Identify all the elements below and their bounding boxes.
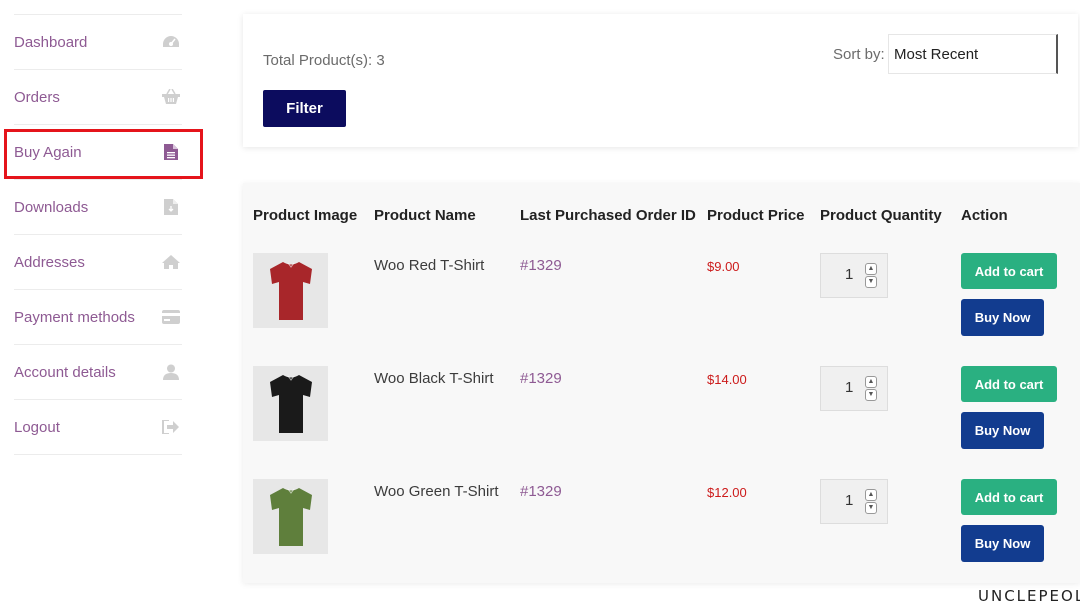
sidebar-item-dashboard[interactable]: Dashboard bbox=[14, 15, 182, 70]
sidebar-item-label: Account details bbox=[14, 363, 116, 381]
watermark-logo: UNCLEPEOL bbox=[978, 587, 1080, 605]
quantity-value: 1 bbox=[845, 266, 854, 283]
table-row: Woo Black T-Shirt #1329 $14.00 1 ▲ ▼ Add … bbox=[243, 366, 1080, 479]
quantity-value: 1 bbox=[845, 379, 854, 396]
filter-button[interactable]: Filter bbox=[263, 90, 346, 127]
product-name[interactable]: Woo Black T-Shirt bbox=[374, 370, 494, 387]
sort-by-label: Sort by: bbox=[833, 46, 885, 63]
product-price: $14.00 bbox=[707, 372, 747, 387]
decrement-icon[interactable]: ▼ bbox=[865, 276, 877, 288]
sidebar-item-label: Orders bbox=[14, 88, 60, 106]
tshirt-icon bbox=[269, 261, 312, 320]
header-order-id: Last Purchased Order ID bbox=[520, 207, 696, 224]
sidebar-item-logout[interactable]: Logout bbox=[14, 400, 182, 455]
header-product-name: Product Name bbox=[374, 207, 476, 224]
product-thumbnail[interactable] bbox=[253, 479, 328, 554]
order-id-link[interactable]: #1329 bbox=[520, 483, 562, 500]
increment-icon[interactable]: ▲ bbox=[865, 376, 877, 388]
home-icon bbox=[162, 253, 180, 271]
sidebar-item-label: Addresses bbox=[14, 253, 85, 271]
tshirt-icon bbox=[269, 374, 312, 433]
header-product-quantity: Product Quantity bbox=[820, 207, 942, 224]
dashboard-icon bbox=[162, 33, 180, 51]
increment-icon[interactable]: ▲ bbox=[865, 489, 877, 501]
sort-select-value: Most Recent bbox=[894, 45, 979, 63]
add-to-cart-button[interactable]: Add to cart bbox=[961, 479, 1057, 515]
header-action: Action bbox=[961, 207, 1008, 224]
table-row: Woo Green T-Shirt #1329 $12.00 1 ▲ ▼ Add … bbox=[243, 479, 1080, 592]
user-icon bbox=[162, 363, 180, 381]
quantity-stepper[interactable]: 1 ▲ ▼ bbox=[820, 366, 888, 411]
basket-icon bbox=[162, 88, 180, 106]
total-products-label: Total Product(s): 3 bbox=[263, 52, 385, 69]
quantity-value: 1 bbox=[845, 492, 854, 509]
product-thumbnail[interactable] bbox=[253, 366, 328, 441]
sign-out-icon bbox=[162, 418, 180, 436]
sidebar-item-label: Payment methods bbox=[14, 308, 135, 326]
products-table: Product Image Product Name Last Purchase… bbox=[243, 183, 1080, 583]
header-product-image: Product Image bbox=[253, 207, 358, 224]
tshirt-icon bbox=[269, 487, 312, 546]
credit-card-icon bbox=[162, 308, 180, 326]
product-thumbnail[interactable] bbox=[253, 253, 328, 328]
product-name[interactable]: Woo Green T-Shirt bbox=[374, 483, 499, 500]
add-to-cart-button[interactable]: Add to cart bbox=[961, 253, 1057, 289]
sidebar-item-label: Logout bbox=[14, 418, 60, 436]
account-sidebar: Dashboard Orders Buy Again Downloads Add… bbox=[14, 14, 182, 455]
sidebar-item-label: Dashboard bbox=[14, 33, 88, 51]
order-id-link[interactable]: #1329 bbox=[520, 257, 562, 274]
quantity-stepper[interactable]: 1 ▲ ▼ bbox=[820, 479, 888, 524]
product-name[interactable]: Woo Red T-Shirt bbox=[374, 257, 484, 274]
buy-now-button[interactable]: Buy Now bbox=[961, 299, 1044, 336]
decrement-icon[interactable]: ▼ bbox=[865, 389, 877, 401]
quantity-stepper[interactable]: 1 ▲ ▼ bbox=[820, 253, 888, 298]
decrement-icon[interactable]: ▼ bbox=[865, 502, 877, 514]
sort-select[interactable]: Most Recent bbox=[888, 34, 1058, 74]
buy-again-highlight bbox=[4, 129, 203, 179]
add-to-cart-button[interactable]: Add to cart bbox=[961, 366, 1057, 402]
buy-now-button[interactable]: Buy Now bbox=[961, 525, 1044, 562]
file-download-icon bbox=[162, 198, 180, 216]
sidebar-item-downloads[interactable]: Downloads bbox=[14, 180, 182, 235]
sidebar-item-label: Downloads bbox=[14, 198, 89, 216]
increment-icon[interactable]: ▲ bbox=[865, 263, 877, 275]
order-id-link[interactable]: #1329 bbox=[520, 370, 562, 387]
header-product-price: Product Price bbox=[707, 207, 805, 224]
table-row: Woo Red T-Shirt #1329 $9.00 1 ▲ ▼ Add to … bbox=[243, 253, 1080, 366]
product-price: $9.00 bbox=[707, 259, 740, 274]
buy-now-button[interactable]: Buy Now bbox=[961, 412, 1044, 449]
sidebar-item-payment-methods[interactable]: Payment methods bbox=[14, 290, 182, 345]
filter-panel: Total Product(s): 3 Filter Sort by: Most… bbox=[243, 14, 1078, 147]
product-price: $12.00 bbox=[707, 485, 747, 500]
sidebar-item-orders[interactable]: Orders bbox=[14, 70, 182, 125]
sidebar-item-account-details[interactable]: Account details bbox=[14, 345, 182, 400]
sidebar-item-addresses[interactable]: Addresses bbox=[14, 235, 182, 290]
